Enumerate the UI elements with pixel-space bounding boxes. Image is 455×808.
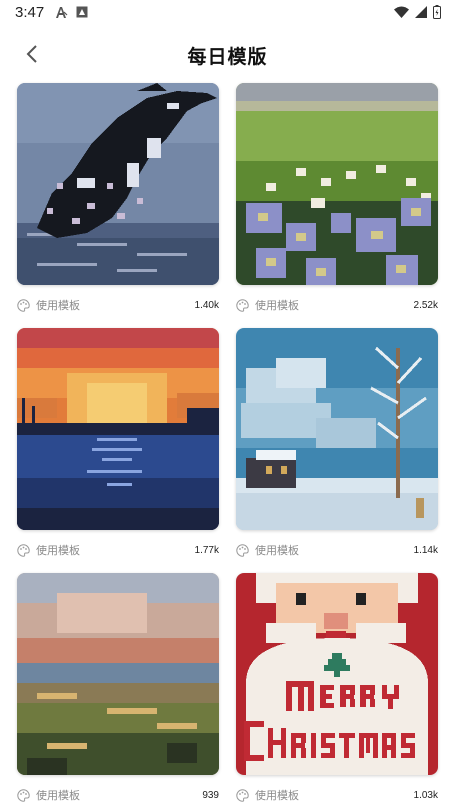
page-title: 每日模版 xyxy=(187,47,268,68)
use-template-label[interactable]: 使用模板 xyxy=(255,787,299,803)
wifi-icon xyxy=(394,6,409,18)
template-card[interactable]: 使用模板 1.77k xyxy=(17,328,219,573)
use-template-label[interactable]: 使用模板 xyxy=(36,542,80,558)
status-bar: 3:47 xyxy=(0,0,455,26)
use-template-label[interactable]: 使用模板 xyxy=(255,542,299,558)
template-card[interactable]: 使用模板 1.40k xyxy=(17,83,219,328)
text-notification-icon xyxy=(56,7,68,18)
template-thumbnail-snowy-cabin[interactable] xyxy=(236,328,438,530)
use-template-label[interactable]: 使用模板 xyxy=(255,297,299,313)
image-notification-icon xyxy=(76,6,88,18)
palette-icon xyxy=(236,788,249,802)
template-meta: 使用模板 1.14k xyxy=(236,542,438,558)
signal-icon xyxy=(415,6,427,18)
header: 每日模版 xyxy=(0,26,455,82)
template-thumbnail-autumn-landscape[interactable] xyxy=(17,573,219,775)
template-card[interactable]: 使用模板 1.14k xyxy=(236,328,438,573)
template-thumbnail-orca[interactable] xyxy=(17,83,219,285)
usage-count: 2.52k xyxy=(413,299,438,311)
usage-count: 1.77k xyxy=(194,544,219,556)
use-template-label[interactable]: 使用模板 xyxy=(36,787,80,803)
status-time: 3:47 xyxy=(15,4,45,21)
use-template-label[interactable]: 使用模板 xyxy=(36,297,80,313)
palette-icon xyxy=(236,298,249,312)
usage-count: 1.14k xyxy=(413,544,438,556)
template-thumbnail-sunset-lake[interactable] xyxy=(17,328,219,530)
palette-icon xyxy=(17,788,30,802)
template-card[interactable]: 使用模板 2.52k xyxy=(236,83,438,328)
template-meta: 使用模板 1.77k xyxy=(17,542,219,558)
template-card[interactable]: 使用模板 1.03k xyxy=(236,573,438,808)
template-thumbnail-daisies[interactable] xyxy=(236,83,438,285)
palette-icon xyxy=(17,543,30,557)
battery-icon xyxy=(433,5,441,19)
palette-icon xyxy=(236,543,249,557)
template-meta: 使用模板 1.40k xyxy=(17,297,219,313)
usage-count: 1.40k xyxy=(194,299,219,311)
template-meta: 使用模板 939 xyxy=(17,787,219,803)
usage-count: 939 xyxy=(202,789,219,801)
usage-count: 1.03k xyxy=(413,789,438,801)
palette-icon xyxy=(17,298,30,312)
template-meta: 使用模板 1.03k xyxy=(236,787,438,803)
template-thumbnail-santa[interactable] xyxy=(236,573,438,775)
template-meta: 使用模板 2.52k xyxy=(236,297,438,313)
template-card[interactable]: 使用模板 939 xyxy=(17,573,219,808)
